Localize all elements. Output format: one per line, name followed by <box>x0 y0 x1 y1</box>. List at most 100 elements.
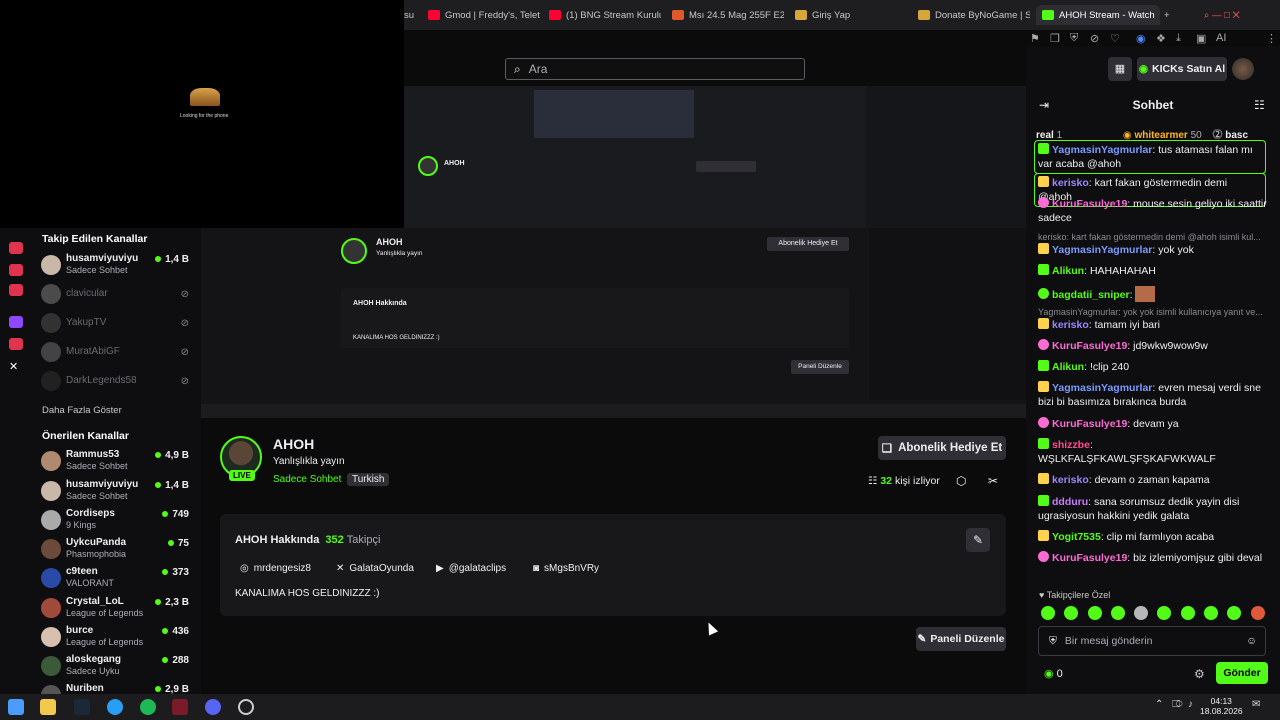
language-tag[interactable]: Turkish <box>347 473 390 486</box>
chat-message[interactable]: bagdatii_sniper: <box>1038 286 1270 302</box>
emote-icon[interactable] <box>1134 606 1148 620</box>
followed-channel[interactable]: husamviyuviyu Sadece Sohbet 1,4 B <box>41 252 193 278</box>
file-explorer-icon[interactable] <box>40 699 56 715</box>
chat-message[interactable]: YagmasinYagmurlar: tus ataması falan mı … <box>1034 140 1266 174</box>
followed-channel[interactable]: YakupTV ⊘ <box>41 310 193 336</box>
recommended-channel[interactable]: c9teen VALORANT 373 <box>41 565 193 591</box>
edit-about-button[interactable]: ✎ <box>966 528 990 552</box>
recommended-channel[interactable]: Cordiseps 9 Kings 749 <box>41 507 193 533</box>
kicks-balance[interactable]: ◉ 0 <box>1044 667 1063 680</box>
instagram-link[interactable]: ◎ mrdengesiz8 <box>240 563 311 574</box>
more-icon[interactable]: ⋮ <box>1266 32 1277 45</box>
buy-kicks-button[interactable]: ◉ KICKs Satın Al <box>1137 57 1227 81</box>
chat-message[interactable]: Alikun: !clip 240 <box>1038 360 1270 374</box>
taskbar-clock[interactable]: 04:13 18.08.2026 <box>1200 696 1243 716</box>
send-button[interactable]: Gönder <box>1216 662 1268 684</box>
recommended-channel[interactable]: aloskegang Sadece Uyku 288 <box>41 653 193 679</box>
chat-message[interactable]: kerisko: tamam iyi bari <box>1038 318 1270 332</box>
emote-icon[interactable] <box>1157 606 1171 620</box>
profile-icon[interactable]: ▣ <box>1196 32 1206 45</box>
chat-users-icon[interactable]: ☷ <box>1254 98 1265 112</box>
twitch-icon[interactable] <box>9 316 23 328</box>
rail-icon[interactable] <box>9 242 23 254</box>
emoji-icon[interactable]: ☺ <box>1246 635 1257 647</box>
browser-tab[interactable]: Donate ByNoGame | Stre <box>918 5 1030 25</box>
emote-icon[interactable] <box>1181 606 1195 620</box>
block-icon[interactable]: ⊘ <box>1090 32 1099 45</box>
gear-icon[interactable]: ⚙ <box>1194 667 1205 681</box>
recommended-channel[interactable]: Nuriben 2,9 B <box>41 682 193 694</box>
start-icon[interactable] <box>8 699 24 715</box>
user-avatar[interactable] <box>1232 58 1254 80</box>
rail-icon[interactable] <box>9 264 23 276</box>
obs-icon[interactable] <box>172 699 188 715</box>
rail-icon[interactable] <box>9 284 23 296</box>
chat-message[interactable]: shizzbe: WŞLKFALŞFKAWLŞFŞKAFWKWALF <box>1038 438 1270 466</box>
youtube-link[interactable]: ▶ @galataclips <box>436 563 506 574</box>
browser-tab[interactable]: (1) BNG Stream Kurulumu <box>549 5 661 25</box>
chat-message[interactable]: KuruFasulye19: biz izlemiyomjşuz gibi de… <box>1038 551 1270 565</box>
chat-message[interactable]: KuruFasulye19: jd9wkw9wow9w <box>1038 339 1270 353</box>
layout-icon[interactable]: ▦ <box>1108 57 1132 81</box>
screenshot-icon[interactable]: ❐ <box>1050 32 1060 45</box>
edge-icon[interactable] <box>107 699 123 715</box>
emote-icon[interactable] <box>1227 606 1241 620</box>
followed-channel[interactable]: DarkLegends58 ⊘ <box>41 368 193 394</box>
chat-message[interactable]: kerisko: devam o zaman kapama <box>1038 473 1270 487</box>
chat-message[interactable]: KuruFasulye19: mouse sesin geliyo iki sa… <box>1038 197 1270 225</box>
puzzle-icon[interactable]: ❖ <box>1156 32 1166 45</box>
chat-message[interactable]: YagmasinYagmurlar: evren mesaj verdi sne… <box>1038 381 1270 409</box>
followed-channel[interactable]: clavicular ⊘ <box>41 281 193 307</box>
notification-icon[interactable]: ✉ <box>1252 699 1268 715</box>
gift-subscription-button[interactable]: ❑ Abonelik Hediye Et <box>878 436 1006 460</box>
stream-video-lower[interactable]: AHOH Yanlışlıkla yayın Abonelik Hediye E… <box>201 228 1026 418</box>
stream-category[interactable]: Sadece Sohbet <box>273 474 341 485</box>
steam-icon[interactable] <box>74 699 90 715</box>
channel-name[interactable]: AHOH <box>273 436 314 452</box>
emote-icon[interactable] <box>1204 606 1218 620</box>
chat-message-input[interactable]: ⛨ Bir mesaj gönderin ☺ <box>1038 626 1266 656</box>
x-link[interactable]: ✕ GalataOyunda <box>336 563 414 574</box>
emote-icon[interactable] <box>1251 606 1265 620</box>
discord-link[interactable]: ◙ sMgsBnVRy <box>533 563 599 574</box>
chat-message[interactable]: Alikun: HAHAHAHAH <box>1038 264 1270 278</box>
emote-icon[interactable] <box>1111 606 1125 620</box>
pin-icon[interactable]: ⚑ <box>1030 32 1040 45</box>
spotify-icon[interactable] <box>140 699 156 715</box>
recommended-channel[interactable]: Rammus53 Sadece Sohbet 4,9 B <box>41 448 193 474</box>
emote-icon[interactable] <box>1064 606 1078 620</box>
system-tray-icons[interactable]: ⌃ <box>1155 699 1171 715</box>
discord-icon[interactable] <box>205 699 221 715</box>
browser-tab-active[interactable]: AHOH Stream - Watch <box>1036 5 1160 25</box>
share-icon[interactable]: ⬡ <box>956 474 966 488</box>
download-icon[interactable]: ⤓ <box>1176 32 1181 45</box>
browser-tab[interactable]: Gmod | Freddy's, Teletab <box>428 5 540 25</box>
recommended-channel[interactable]: UykcuPanda Phasmophobia 75 <box>41 536 193 562</box>
stream-video-upper[interactable]: AHOH <box>404 86 1026 228</box>
edit-panels-button[interactable]: ✎ Paneli Düzenle <box>916 627 1006 651</box>
new-tab-button[interactable]: + <box>1164 5 1178 25</box>
browser-tab[interactable]: Msı 24.5 Mag 255F E20 <box>672 5 784 25</box>
x-icon[interactable]: ✕ <box>9 360 23 373</box>
heart-icon[interactable]: ♡ <box>1110 32 1120 45</box>
app-icon[interactable] <box>238 699 254 715</box>
microphone-icon[interactable]: ⎄ <box>1172 699 1188 715</box>
ai-icon[interactable]: AI <box>1216 32 1226 44</box>
chat-message[interactable]: YagmasinYagmurlar: yok yok <box>1038 243 1270 257</box>
show-more-link[interactable]: Daha Fazla Göster <box>42 405 122 416</box>
emote-icon[interactable] <box>1041 606 1055 620</box>
chat-message[interactable]: KuruFasulye19: devam ya <box>1038 417 1270 431</box>
rail-icon[interactable] <box>9 338 23 350</box>
chat-message[interactable]: Yogit7535: clip mi farmlıyon acaba <box>1038 530 1270 544</box>
recommended-channel[interactable]: Crystal_LoL League of Legends 2,3 B <box>41 595 193 621</box>
window-controls[interactable]: ⌕ — □ ✕ <box>1204 5 1240 25</box>
shield-icon[interactable]: ⛨ <box>1070 32 1078 45</box>
browser-tab[interactable]: Giriş Yap <box>795 5 905 25</box>
browser-tab[interactable]: su <box>404 5 424 25</box>
search-input[interactable]: ⌕ Ara <box>505 58 805 80</box>
followed-channel[interactable]: MuratAbiGF ⊘ <box>41 339 193 365</box>
extension-icon[interactable]: ◉ <box>1136 32 1146 45</box>
chat-message[interactable]: ddduru: sana sorumsuz dedik yayin disi u… <box>1038 495 1270 523</box>
emote-icon[interactable] <box>1088 606 1102 620</box>
recommended-channel[interactable]: husamviyuviyu Sadece Sohbet 1,4 B <box>41 478 193 504</box>
